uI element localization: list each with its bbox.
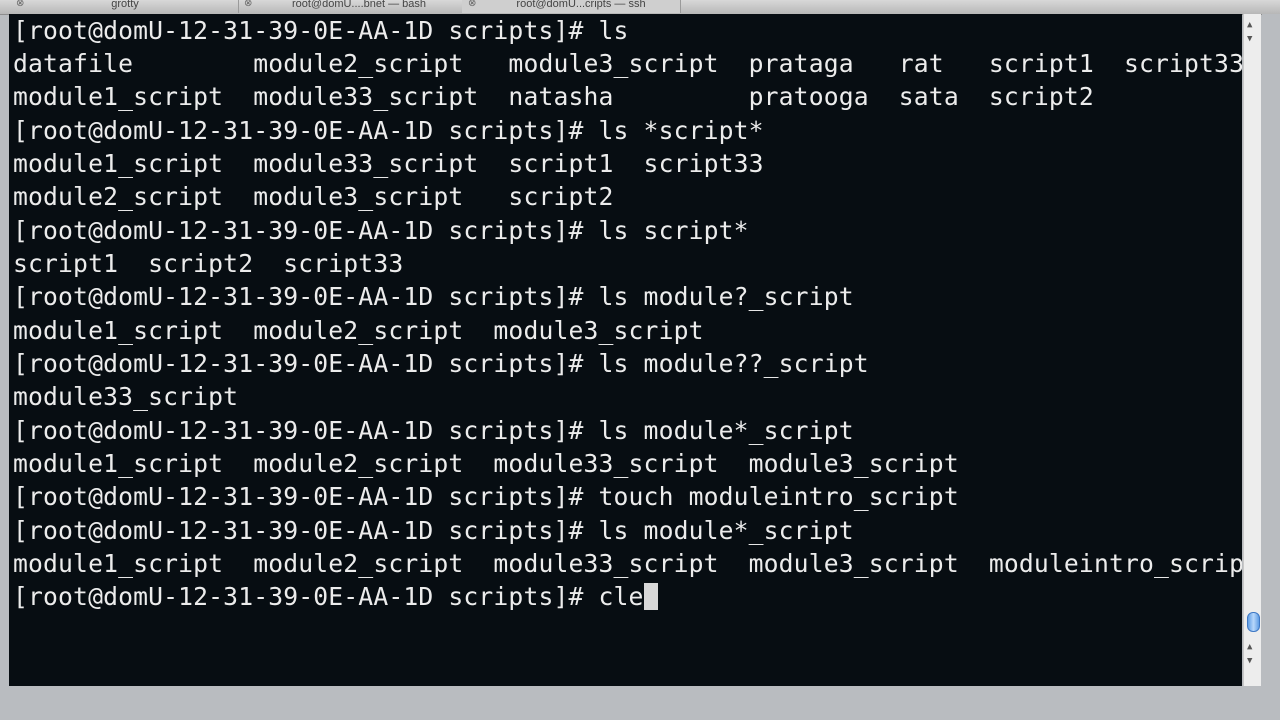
scroll-up-arrow-icon[interactable]: ▲ bbox=[1247, 642, 1252, 652]
terminal-line: module1_script module2_script module33_s… bbox=[13, 549, 1242, 578]
text-cursor bbox=[643, 583, 658, 610]
terminal-window[interactable]: [root@domU-12-31-39-0E-AA-1D scripts]# l… bbox=[9, 14, 1242, 686]
tab-label: root@domU....bnet — bash bbox=[291, 0, 427, 10]
terminal-current-input[interactable]: [root@domU-12-31-39-0E-AA-1D scripts]# c… bbox=[13, 582, 644, 611]
terminal-line: module1_script module2_script module33_s… bbox=[13, 449, 959, 478]
terminal-line: [root@domU-12-31-39-0E-AA-1D scripts]# l… bbox=[13, 349, 869, 378]
terminal-line: [root@domU-12-31-39-0E-AA-1D scripts]# l… bbox=[13, 116, 764, 145]
terminal-line: module33_script bbox=[13, 382, 239, 411]
tab-grotty[interactable]: ⊗ grotty bbox=[0, 0, 239, 13]
terminal-line: module1_script module2_script module3_sc… bbox=[13, 316, 704, 345]
close-icon[interactable]: ⊗ bbox=[16, 0, 24, 10]
tab-label: grotty bbox=[111, 0, 139, 10]
terminal-line: script1 script2 script33 bbox=[13, 249, 404, 278]
close-icon[interactable]: ⊗ bbox=[244, 0, 252, 10]
desktop-background bbox=[1262, 14, 1280, 720]
tab-bash[interactable]: ⊗ root@domU....bnet — bash bbox=[238, 0, 463, 13]
terminal-line: datafile module2_script module3_script p… bbox=[13, 49, 1242, 78]
terminal-prompt-line[interactable]: [root@domU-12-31-39-0E-AA-1D scripts]# c… bbox=[13, 580, 658, 613]
tab-label: root@domU...cripts — ssh bbox=[516, 0, 646, 10]
tab-bar: ⊗ grotty ⊗ root@domU....bnet — bash ⊗ ro… bbox=[0, 0, 1280, 15]
terminal-line: [root@domU-12-31-39-0E-AA-1D scripts]# l… bbox=[13, 216, 749, 245]
vertical-scrollbar[interactable]: ▲ ▼ ▲ ▼ bbox=[1243, 14, 1261, 686]
terminal-line: [root@domU-12-31-39-0E-AA-1D scripts]# l… bbox=[13, 416, 854, 445]
scroll-up-arrow-icon[interactable]: ▲ bbox=[1247, 20, 1252, 30]
terminal-line: module1_script module33_script natasha p… bbox=[13, 82, 1094, 111]
scroll-down-arrow-icon[interactable]: ▼ bbox=[1247, 656, 1252, 666]
scroll-thumb[interactable] bbox=[1247, 612, 1260, 632]
terminal-line: module2_script module3_script script2 bbox=[13, 182, 614, 211]
terminal-line: module1_script module33_script script1 s… bbox=[13, 149, 764, 178]
terminal-line: [root@domU-12-31-39-0E-AA-1D scripts]# l… bbox=[13, 516, 854, 545]
tab-ssh[interactable]: ⊗ root@domU...cripts — ssh bbox=[462, 0, 681, 13]
terminal-line: [root@domU-12-31-39-0E-AA-1D scripts]# l… bbox=[13, 16, 629, 45]
terminal-line: [root@domU-12-31-39-0E-AA-1D scripts]# l… bbox=[13, 282, 854, 311]
scroll-down-arrow-icon[interactable]: ▼ bbox=[1247, 34, 1252, 44]
terminal-line: [root@domU-12-31-39-0E-AA-1D scripts]# t… bbox=[13, 482, 959, 511]
window-bottom-border bbox=[0, 686, 1280, 720]
close-icon[interactable]: ⊗ bbox=[468, 0, 476, 10]
